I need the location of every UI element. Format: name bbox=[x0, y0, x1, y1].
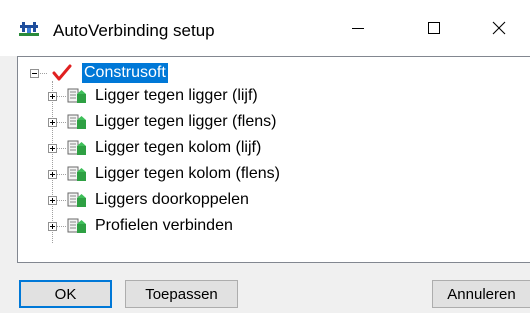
root-expander[interactable] bbox=[30, 69, 39, 78]
rule-document-icon bbox=[66, 114, 86, 130]
tree-connector-line bbox=[56, 148, 66, 149]
autoverbinding-setup-window: AutoVerbinding setup Construsoft Ligger … bbox=[0, 0, 530, 313]
tree-item[interactable]: Ligger tegen kolom (lijf) bbox=[18, 135, 530, 161]
close-button[interactable] bbox=[468, 0, 530, 56]
rule-document-icon bbox=[66, 218, 86, 234]
tree-item-label: Profielen verbinden bbox=[95, 217, 233, 234]
tree-item-expander[interactable] bbox=[48, 196, 57, 205]
close-icon bbox=[492, 21, 506, 35]
tree-item[interactable]: Liggers doorkoppelen bbox=[18, 187, 530, 213]
tree-connector-line bbox=[56, 122, 66, 123]
tree-connector-line bbox=[56, 200, 66, 201]
tree-connector-line bbox=[56, 174, 66, 175]
tree-item-expander[interactable] bbox=[48, 118, 57, 127]
rule-document-icon bbox=[66, 140, 86, 156]
red-checkmark-icon bbox=[52, 64, 72, 81]
apply-button[interactable]: Toepassen bbox=[125, 280, 238, 308]
tree-item-label: Ligger tegen kolom (lijf) bbox=[95, 139, 262, 156]
rule-document-icon bbox=[66, 88, 86, 104]
cancel-button[interactable]: Annuleren bbox=[432, 280, 530, 308]
tree-item-expander[interactable] bbox=[48, 92, 57, 101]
tree-item-expander[interactable] bbox=[48, 222, 57, 231]
window-title: AutoVerbinding setup bbox=[53, 21, 215, 40]
bridge-app-icon bbox=[19, 21, 39, 37]
tree-connector-line bbox=[38, 73, 47, 74]
tree-item[interactable]: Profielen verbinden bbox=[18, 213, 530, 239]
maximize-button[interactable] bbox=[403, 0, 465, 56]
tree-item-expander[interactable] bbox=[48, 170, 57, 179]
title-bar[interactable]: AutoVerbinding setup bbox=[0, 0, 530, 56]
tree-connector-line bbox=[56, 96, 66, 97]
tree-connector-line bbox=[56, 226, 66, 227]
tree-item-expander[interactable] bbox=[48, 144, 57, 153]
tree-root-label[interactable]: Construsoft bbox=[82, 63, 168, 83]
minimize-button[interactable] bbox=[327, 0, 389, 56]
tree-item-label: Ligger tegen ligger (flens) bbox=[95, 113, 277, 130]
maximize-icon bbox=[427, 21, 441, 35]
rule-document-icon bbox=[66, 166, 86, 182]
tree-item[interactable]: Ligger tegen kolom (flens) bbox=[18, 161, 530, 187]
tree-item[interactable]: Ligger tegen ligger (lijf) bbox=[18, 83, 530, 109]
minimize-icon bbox=[351, 21, 365, 35]
tree-item-label: Ligger tegen kolom (flens) bbox=[95, 165, 280, 182]
ok-button[interactable]: OK bbox=[19, 280, 112, 308]
tree-item-label: Ligger tegen ligger (lijf) bbox=[95, 87, 258, 104]
tree-item[interactable]: Ligger tegen ligger (flens) bbox=[18, 109, 530, 135]
rule-document-icon bbox=[66, 192, 86, 208]
rule-tree-view[interactable]: Construsoft Ligger tegen ligger (lijf) L… bbox=[17, 56, 530, 263]
tree-item-label: Liggers doorkoppelen bbox=[95, 191, 249, 208]
